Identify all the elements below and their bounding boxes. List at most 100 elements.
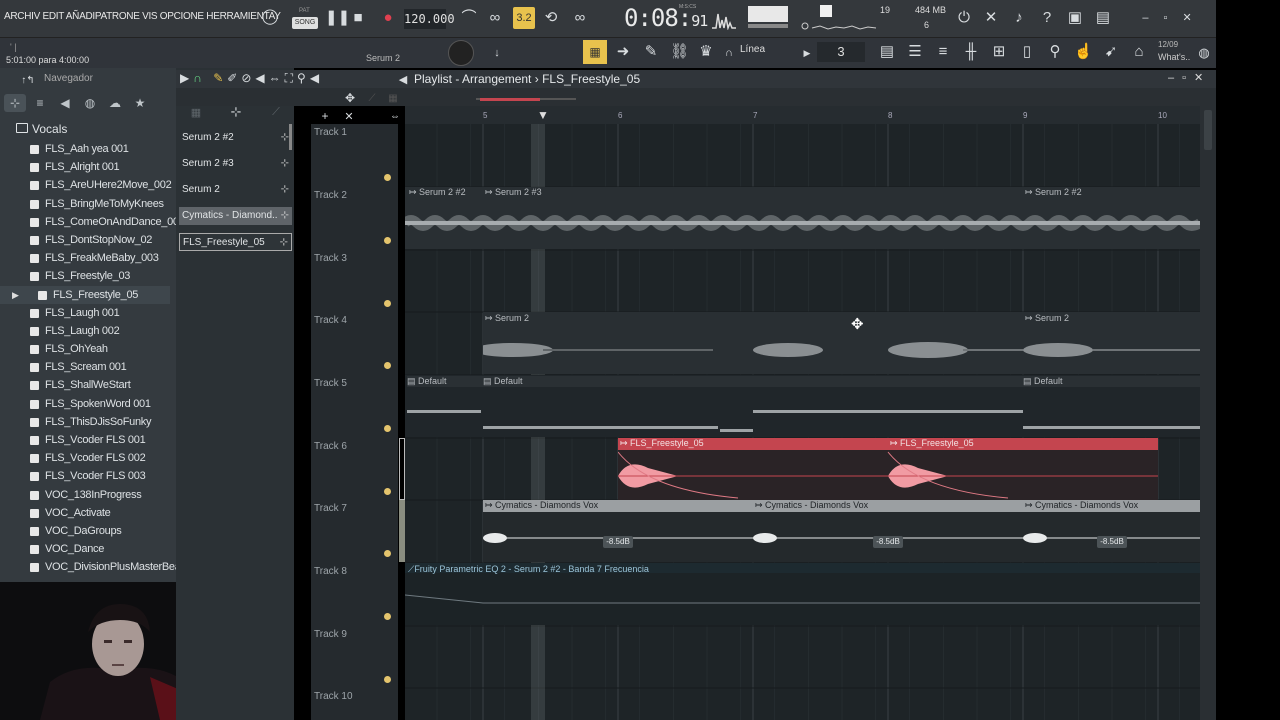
plugin-icon[interactable]: ⚲ <box>1046 43 1064 61</box>
playlist-grid[interactable]: ↦ Serum 2 #2 ↦ Serum 2 #3 ↦ Serum 2 #2 ↦… <box>405 124 1200 720</box>
window-controls-icon[interactable]: – ▫ ✕ <box>1140 9 1200 27</box>
volume-badge[interactable]: -8.5dB <box>603 536 633 548</box>
playlist-scrollbar[interactable] <box>1200 106 1216 720</box>
sample-clip-body[interactable] <box>483 512 1200 562</box>
track-led-icon[interactable] <box>384 550 391 557</box>
browser-file[interactable]: FLS_Vcoder FLS 002 <box>0 449 170 467</box>
browser-file[interactable]: FLS_Vcoder FLS 003 <box>0 467 170 485</box>
zoom-tool-icon[interactable]: ⚲ <box>297 71 310 85</box>
playlist-arrow-icon[interactable]: ◀ <box>396 71 410 89</box>
browser-file[interactable]: FLS_Freestyle_03 <box>0 267 170 285</box>
overview-thumb[interactable] <box>480 98 540 101</box>
plugins-icon[interactable]: ◀ <box>54 94 76 112</box>
cart-icon[interactable]: ⌂ <box>1130 43 1148 61</box>
move-icon[interactable]: ✥ <box>342 89 358 107</box>
snap-selector[interactable]: Línea <box>740 44 765 55</box>
microphone-icon[interactable]: ♪ <box>1010 9 1028 27</box>
browser-file[interactable]: FLS_Laugh 001 <box>0 304 170 322</box>
track-header[interactable]: Track 8 <box>311 563 398 626</box>
browser-file[interactable]: FLS_Scream 001 <box>0 358 170 376</box>
channel-rack-icon[interactable]: ≡ <box>934 43 952 61</box>
select-tool-icon[interactable]: ⛶ <box>285 71 297 85</box>
pencil-icon[interactable]: ✎ <box>642 43 660 61</box>
picker-item[interactable]: Serum 2 #3 ⊹ <box>179 155 292 173</box>
browser-icon[interactable]: ▯ <box>1018 43 1036 61</box>
track-led-icon[interactable] <box>384 237 391 244</box>
track-led-icon[interactable] <box>384 300 391 307</box>
pattern-number[interactable]: 3 <box>817 42 865 62</box>
browser-nav-icon[interactable]: ↑↰ <box>14 72 42 90</box>
track-led-icon[interactable] <box>384 676 391 683</box>
track-led-icon[interactable] <box>384 613 391 620</box>
record-icon[interactable]: ● <box>380 9 396 27</box>
pause-icon[interactable]: ❚❚ <box>325 9 350 27</box>
track-header[interactable]: Track 2 <box>311 187 398 250</box>
picker-item[interactable]: Serum 2 #2 ⊹ <box>179 129 292 147</box>
magnet-snap-icon[interactable]: ∩ <box>193 71 206 85</box>
track-header[interactable]: Track 4 <box>311 312 398 375</box>
browser-file-selected[interactable]: ▶ FLS_Freestyle_05 <box>0 285 170 304</box>
stamp-icon[interactable]: ♛ <box>697 43 715 61</box>
track-header[interactable]: Track 7 <box>311 500 398 563</box>
browser-file[interactable]: FLS_OhYeah <box>0 340 170 358</box>
browser-file[interactable]: FLS_BringMeToMyKnees <box>0 195 170 213</box>
track-led-icon[interactable] <box>384 174 391 181</box>
track-header[interactable]: Track 9 <box>311 626 398 689</box>
track-led-icon[interactable] <box>384 425 391 432</box>
browser-file[interactable]: FLS_DontStopNow_02 <box>0 231 170 249</box>
track-led-icon[interactable] <box>384 362 391 369</box>
picker-item[interactable]: Serum 2 ⊹ <box>179 181 292 199</box>
browser-file[interactable]: FLS_FreakMeBaby_003 <box>0 249 170 267</box>
countdown-icon[interactable]: 3.2 <box>513 7 535 29</box>
volume-badge[interactable]: -8.5dB <box>1097 536 1127 548</box>
picker-item[interactable]: Cymatics - Diamond.. ⊹ <box>179 207 292 225</box>
magnet-icon[interactable]: ∩ <box>722 44 736 62</box>
power-icon[interactable]: ⏻ <box>955 9 973 27</box>
add-track-icon[interactable]: + <box>318 107 332 125</box>
help-icon[interactable]: ? <box>1038 9 1056 27</box>
browser-file[interactable]: VOC_Activate <box>0 504 170 522</box>
favorites-icon[interactable]: ★ <box>129 94 151 112</box>
slip-tool-icon[interactable]: ⇔ <box>269 71 285 85</box>
mixer-icon[interactable]: ╫ <box>962 43 980 61</box>
song-mode-button[interactable]: SONG <box>292 17 318 29</box>
track-led-icon[interactable] <box>384 488 391 495</box>
tempo-display[interactable]: 120.000 <box>404 9 455 29</box>
piano-roll-icon[interactable]: ☰ <box>906 43 924 61</box>
mute-tool-icon[interactable]: ◀ <box>255 71 268 85</box>
track-header[interactable]: Track 5 <box>311 375 398 438</box>
grid-icon[interactable]: ▦ <box>386 90 400 108</box>
browser-file[interactable]: FLS_ComeOnAndDance_001 <box>0 213 185 231</box>
wait-input-icon[interactable]: ∞ <box>484 9 506 27</box>
browser-file[interactable]: FLS_ThisDJisSoFunky <box>0 413 170 431</box>
playhead-marker-icon[interactable]: ▼ <box>537 108 549 122</box>
audio-clip-row[interactable] <box>473 312 1200 374</box>
picker-item-selected[interactable]: FLS_Freestyle_05 ⊹ <box>179 233 292 251</box>
all-files-icon[interactable]: ⊹ <box>4 94 26 112</box>
news-label[interactable]: What's.. <box>1158 52 1190 62</box>
track-header[interactable]: Track 3 <box>311 250 398 313</box>
project-tree-icon[interactable]: ⊞ <box>990 43 1008 61</box>
loop-record-icon[interactable]: ∞ <box>568 9 592 27</box>
track-header[interactable]: Track 1 <box>311 124 398 187</box>
pattern-picker-icon[interactable]: ▦ <box>583 40 607 64</box>
stop-icon[interactable]: ■ <box>350 9 366 27</box>
sounds-icon[interactable]: ≡ <box>29 94 51 112</box>
save-icon[interactable]: ▣ <box>1066 9 1084 27</box>
track-header[interactable]: Track 10 <box>311 688 398 720</box>
browser-file[interactable]: FLS_SpokenWord 001 <box>0 395 170 413</box>
browser-file[interactable]: FLS_ShallWeStart <box>0 376 170 394</box>
playback-tool-icon[interactable]: ◀ <box>310 71 323 85</box>
play-file-icon[interactable]: ▶ <box>12 286 19 304</box>
send-icon[interactable]: ➹ <box>1102 43 1120 61</box>
browser-file[interactable]: VOC_DaGroups <box>0 522 170 540</box>
paint-tool-icon[interactable]: ✐ <box>227 71 241 85</box>
browser-file[interactable]: VOC_Dance <box>0 540 170 558</box>
browser-file[interactable]: FLS_Laugh 002 <box>0 322 170 340</box>
browser-file[interactable]: VOC_138InProgress <box>0 486 170 504</box>
globe-icon[interactable]: ◍ <box>1196 44 1212 62</box>
audio-clip-body[interactable] <box>617 450 1158 500</box>
blend-notes-icon[interactable]: ⟲ <box>540 9 562 27</box>
playlist-menu-arrow-icon[interactable]: ▶ <box>180 71 193 85</box>
step-icon[interactable]: ↓ <box>490 44 504 62</box>
